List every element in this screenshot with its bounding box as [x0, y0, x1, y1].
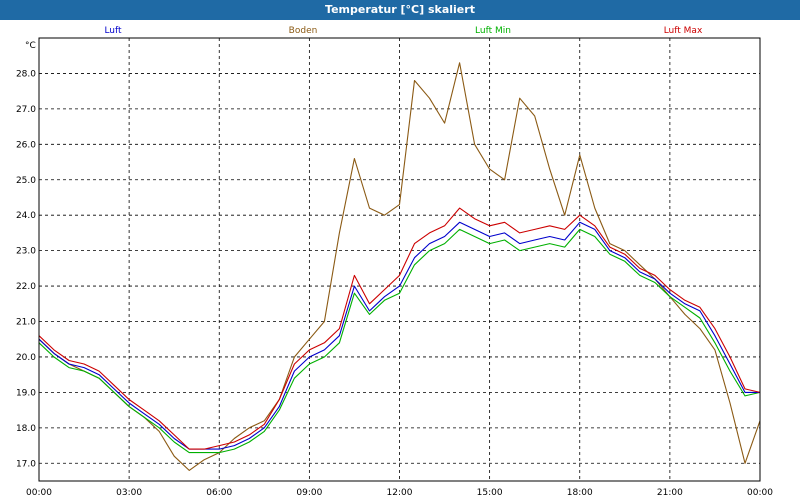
x-tick-time: 21:00 — [657, 488, 683, 498]
y-tick-label: 18.0 — [16, 424, 36, 434]
legend-item-luft-min: Luft Min — [475, 26, 511, 36]
chart-area: 17.0 18.0 19.0 20.0 21.0 22.0 23.0 24.0 25.0 26.0… — [16, 26, 773, 498]
y-tick-label: 25.0 — [16, 176, 36, 186]
x-tick-time: 15:00 — [477, 488, 503, 498]
chart-window: Temperatur [°C] skaliert 17.0 18.0 19.0 20.… — [0, 0, 800, 500]
legend: Luft Boden Luft Min Luft Max — [104, 26, 703, 36]
x-tick-time: 12:00 — [387, 488, 413, 498]
x-tick-time: 03:00 — [116, 488, 142, 498]
x-tick-time: 06:00 — [206, 488, 232, 498]
x-axis-ticks: 00:0022.07.2403:0022.07.2406:0022.07.240… — [26, 488, 773, 498]
y-tick-label: 26.0 — [16, 140, 36, 150]
y-tick-label: 28.0 — [16, 69, 36, 79]
legend-item-boden: Boden — [289, 26, 318, 36]
x-tick-time: 18:00 — [567, 488, 593, 498]
x-tick-time: 09:00 — [296, 488, 322, 498]
grid — [39, 38, 760, 481]
y-tick-label: 23.0 — [16, 247, 36, 257]
y-tick-label: 24.0 — [16, 211, 36, 221]
chart-title: Temperatur [°C] skaliert — [0, 0, 800, 20]
y-tick-label: 27.0 — [16, 105, 36, 115]
legend-item-luft: Luft — [104, 26, 122, 36]
x-tick-time: 00:00 — [747, 488, 773, 498]
x-tick-time: 00:00 — [26, 488, 52, 498]
y-axis-label: °C — [25, 41, 36, 51]
y-axis-ticks: 17.0 18.0 19.0 20.0 21.0 22.0 23.0 24.0 25.0 26.0… — [16, 69, 36, 469]
y-tick-label: 22.0 — [16, 282, 36, 292]
y-tick-label: 19.0 — [16, 388, 36, 398]
y-tick-label: 17.0 — [16, 459, 36, 469]
legend-item-luft-max: Luft Max — [664, 26, 703, 36]
y-tick-label: 20.0 — [16, 353, 36, 363]
y-tick-label: 21.0 — [16, 318, 36, 328]
